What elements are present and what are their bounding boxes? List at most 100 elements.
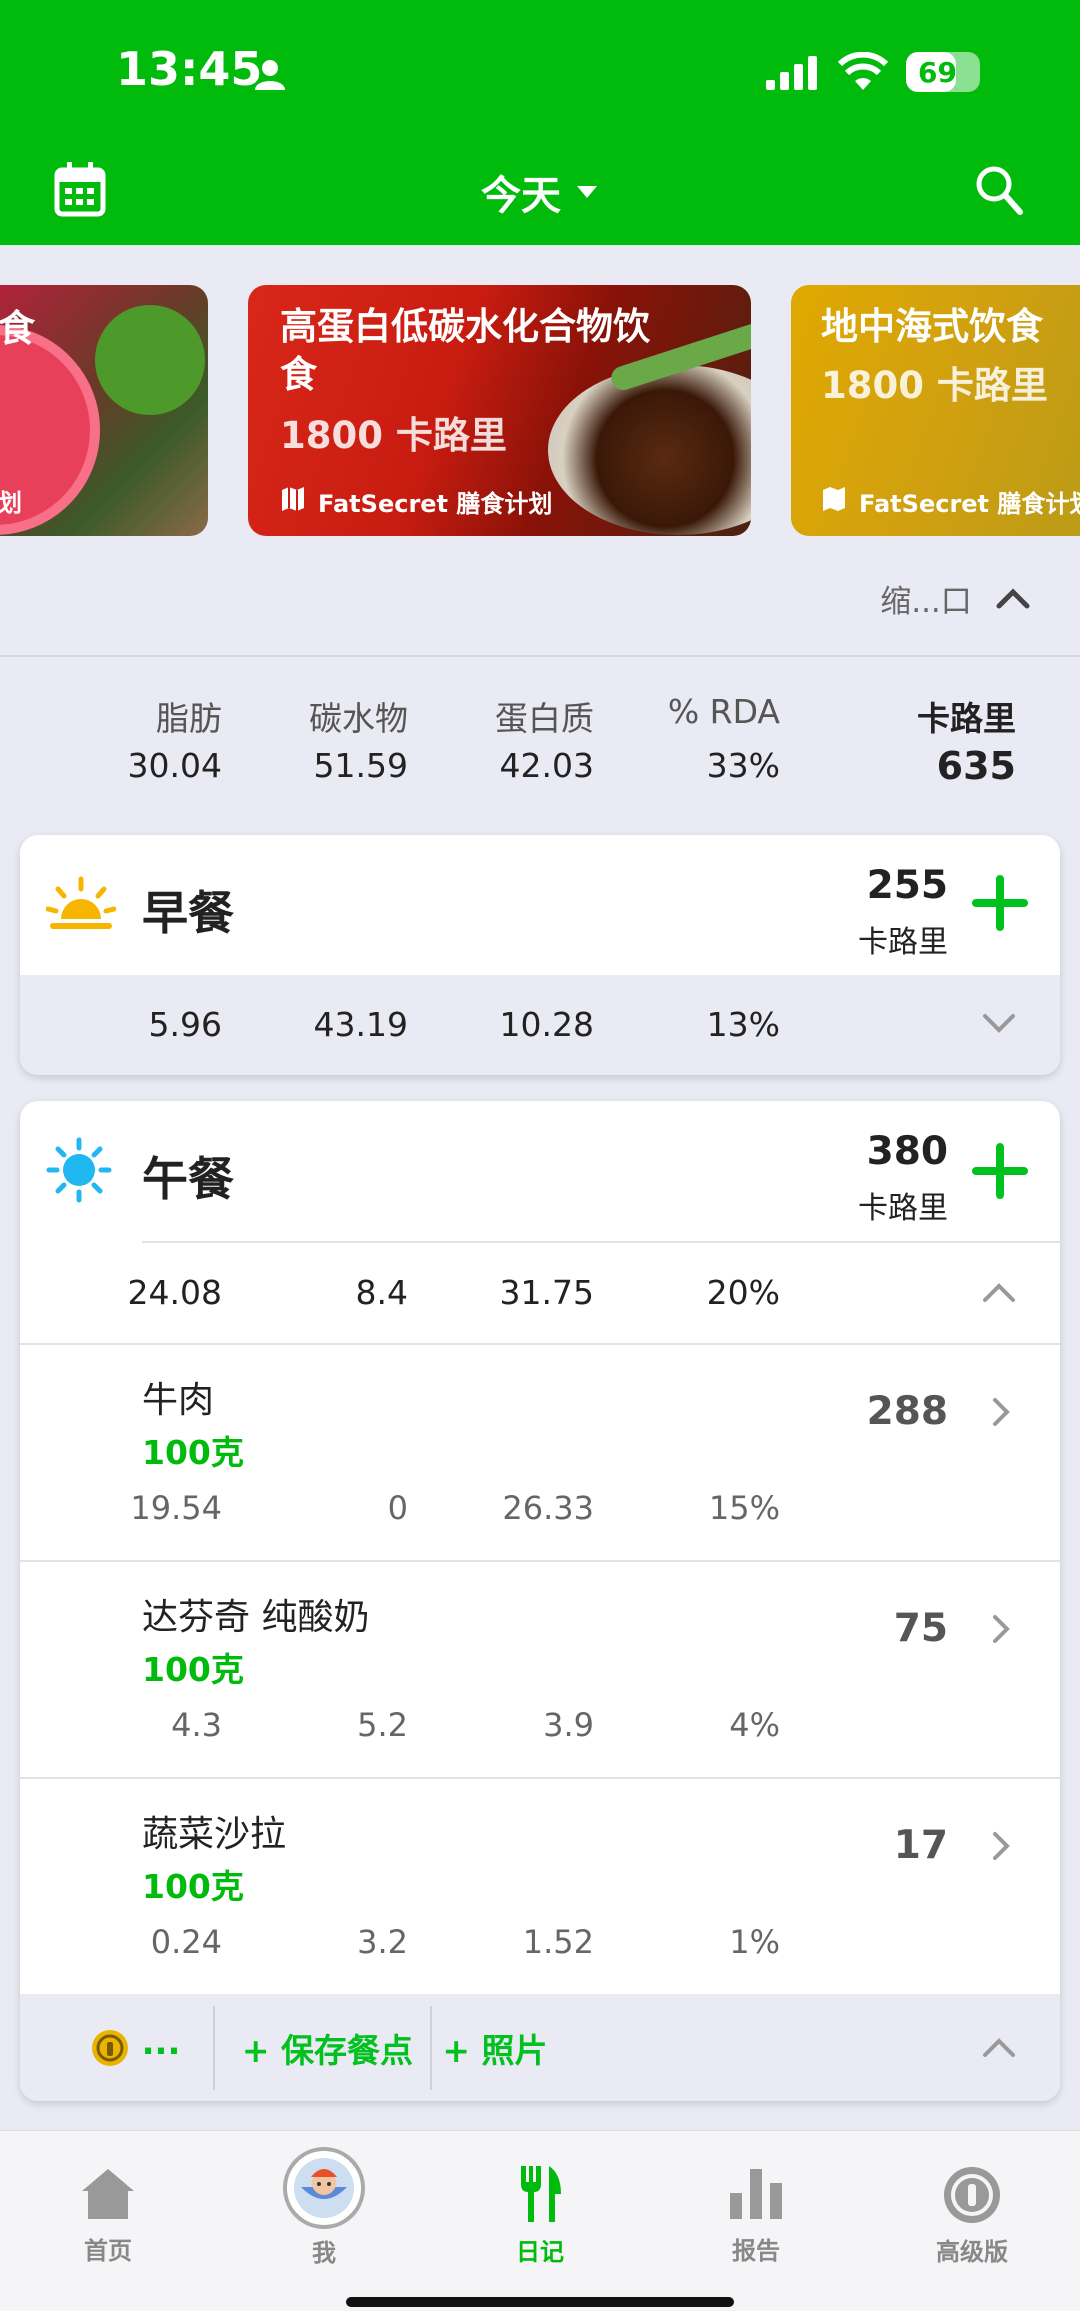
meal-fat: 5.96 xyxy=(148,1005,222,1044)
bar-chart-icon xyxy=(730,2168,782,2219)
tab-premium[interactable]: 高级版 xyxy=(864,2131,1080,2299)
food-name: 牛肉 xyxy=(142,1380,215,1421)
meal-title: 早餐 xyxy=(142,886,234,940)
meal-calories-unit: 卡路里 xyxy=(858,925,948,960)
meal-card-breakfast: 早餐 255 卡路里 5.96 43.19 10.28 13% xyxy=(20,835,1060,1075)
search-icon[interactable] xyxy=(974,164,1024,216)
diet-plan-banner[interactable]: 地中海式饮食 1800 卡路里 FatSecret 膳食计划 xyxy=(791,285,1080,536)
daily-summary: 脂肪 碳水物 蛋白质 % RDA 卡路里 30.04 51.59 42.03 3… xyxy=(0,660,1080,820)
chevron-right-icon xyxy=(993,1832,1010,1860)
caret-down-icon xyxy=(577,186,597,198)
food-calories: 17 xyxy=(893,1823,948,1868)
bottom-tab-bar: 首页 我 日记 报告 高级版 xyxy=(0,2130,1080,2311)
carbs-header: 碳水物 xyxy=(309,699,408,738)
food-item-salad[interactable]: 蔬菜沙拉 100克 17 0.24 3.2 1.52 1% xyxy=(20,1779,1060,1994)
banner-calories: 1800 卡路里 xyxy=(280,414,507,457)
banner-title: 地中海式饮食 xyxy=(821,305,1043,348)
battery-icon: 69 xyxy=(906,52,980,92)
chevron-down-icon[interactable] xyxy=(982,1013,1016,1035)
divider xyxy=(213,2006,215,2090)
signal-icon xyxy=(766,56,817,90)
sunrise-icon xyxy=(46,876,116,929)
date-label: 今天 xyxy=(481,173,561,219)
food-protein: 1.52 xyxy=(522,1923,594,1961)
sun-icon xyxy=(46,1137,112,1203)
protein-total: 42.03 xyxy=(499,746,594,785)
meal-protein: 10.28 xyxy=(499,1005,594,1044)
add-food-button[interactable] xyxy=(972,1143,1028,1199)
home-icon xyxy=(82,2168,134,2219)
status-bar: 13:45 69 xyxy=(0,0,1080,140)
meal-carbs: 43.19 xyxy=(313,1005,408,1044)
tab-reports[interactable]: 报告 xyxy=(648,2131,864,2299)
meal-macros-row[interactable]: 24.08 8.4 31.75 20% xyxy=(20,1243,1060,1343)
food-name: 蔬菜沙拉 xyxy=(142,1814,287,1855)
premium-more-button[interactable]: ... xyxy=(60,2006,210,2090)
person-icon xyxy=(255,60,285,90)
banner-calories: 1800 卡路里 xyxy=(821,364,1048,407)
banner-source: FatSecret 膳食计划 xyxy=(859,490,1080,518)
status-time: 13:45 xyxy=(116,42,263,96)
fork-knife-icon xyxy=(521,2165,561,2222)
food-fat: 19.54 xyxy=(130,1489,222,1527)
food-carbs: 0 xyxy=(387,1489,408,1527)
food-amount: 100克 xyxy=(142,1867,244,1906)
food-rda: 1% xyxy=(729,1923,780,1961)
food-item-beef[interactable]: 牛肉 100克 288 19.54 0 26.33 15% xyxy=(20,1345,1060,1560)
app-bar: 今天 xyxy=(0,140,1080,245)
wifi-icon xyxy=(838,52,888,90)
vegetable-image xyxy=(95,305,205,415)
meal-footer: ... + 保存餐点 + 照片 xyxy=(20,1994,1060,2101)
add-food-button[interactable] xyxy=(972,875,1028,931)
tab-label: 高级版 xyxy=(936,2237,1008,2266)
food-fat: 4.3 xyxy=(171,1706,222,1744)
banner-title: 食 xyxy=(0,307,35,350)
tab-diary[interactable]: 日记 xyxy=(432,2131,648,2299)
tab-home[interactable]: 首页 xyxy=(0,2131,216,2299)
tab-me[interactable]: 我 xyxy=(216,2131,432,2299)
food-carbs: 5.2 xyxy=(357,1706,408,1744)
chevron-up-icon xyxy=(996,588,1030,609)
tab-label: 首页 xyxy=(84,2236,132,2265)
food-protein: 3.9 xyxy=(543,1706,594,1744)
food-rda: 15% xyxy=(708,1489,780,1527)
calendar-icon[interactable] xyxy=(54,162,106,218)
meal-rda: 13% xyxy=(706,1005,780,1044)
divider xyxy=(430,2006,432,2090)
chevron-up-icon[interactable] xyxy=(982,2036,1016,2058)
chevron-right-icon xyxy=(993,1615,1010,1643)
food-amount: 100克 xyxy=(142,1650,244,1689)
meal-title: 午餐 xyxy=(142,1152,234,1206)
more-label: ... xyxy=(141,2023,181,2063)
map-icon xyxy=(282,487,304,511)
food-protein: 26.33 xyxy=(502,1489,594,1527)
home-indicator xyxy=(346,2297,734,2307)
date-selector[interactable]: 今天 xyxy=(440,162,640,222)
food-calories: 288 xyxy=(866,1389,948,1434)
diet-plan-banner[interactable]: 食 划 xyxy=(0,285,208,536)
calories-header: 卡路里 xyxy=(917,699,1016,738)
food-amount: 100克 xyxy=(142,1433,244,1472)
meal-carbs: 8.4 xyxy=(355,1273,408,1312)
food-rda: 4% xyxy=(729,1706,780,1744)
collapse-banners-button[interactable]: 缩...口 xyxy=(860,570,1050,626)
battery-level: 69 xyxy=(918,56,957,89)
meal-calories: 380 xyxy=(866,1129,948,1174)
meal-rda: 20% xyxy=(706,1273,780,1312)
fat-header: 脂肪 xyxy=(156,699,222,738)
diet-plan-banner[interactable]: 高蛋白低碳水化合物饮食 1800 卡路里 FatSecret 膳食计划 xyxy=(248,285,751,536)
banner-source: 划 xyxy=(0,489,22,517)
chevron-right-icon xyxy=(993,1398,1010,1426)
food-fat: 0.24 xyxy=(150,1923,222,1961)
avatar-icon xyxy=(283,2146,365,2229)
chevron-up-icon[interactable] xyxy=(982,1281,1016,1303)
protein-header: 蛋白质 xyxy=(495,699,594,738)
fat-total: 30.04 xyxy=(127,746,222,785)
meal-macros-row[interactable]: 5.96 43.19 10.28 13% xyxy=(20,975,1060,1075)
premium-icon xyxy=(944,2166,1000,2223)
save-meal-button[interactable]: + 保存餐点 xyxy=(220,2006,435,2090)
banner-source: FatSecret 膳食计划 xyxy=(318,490,553,518)
food-item-yogurt[interactable]: 达芬奇 纯酸奶 100克 75 4.3 5.2 3.9 4% xyxy=(20,1562,1060,1777)
meal-calories: 255 xyxy=(866,863,948,908)
add-photo-button[interactable]: + 照片 xyxy=(440,2006,550,2090)
